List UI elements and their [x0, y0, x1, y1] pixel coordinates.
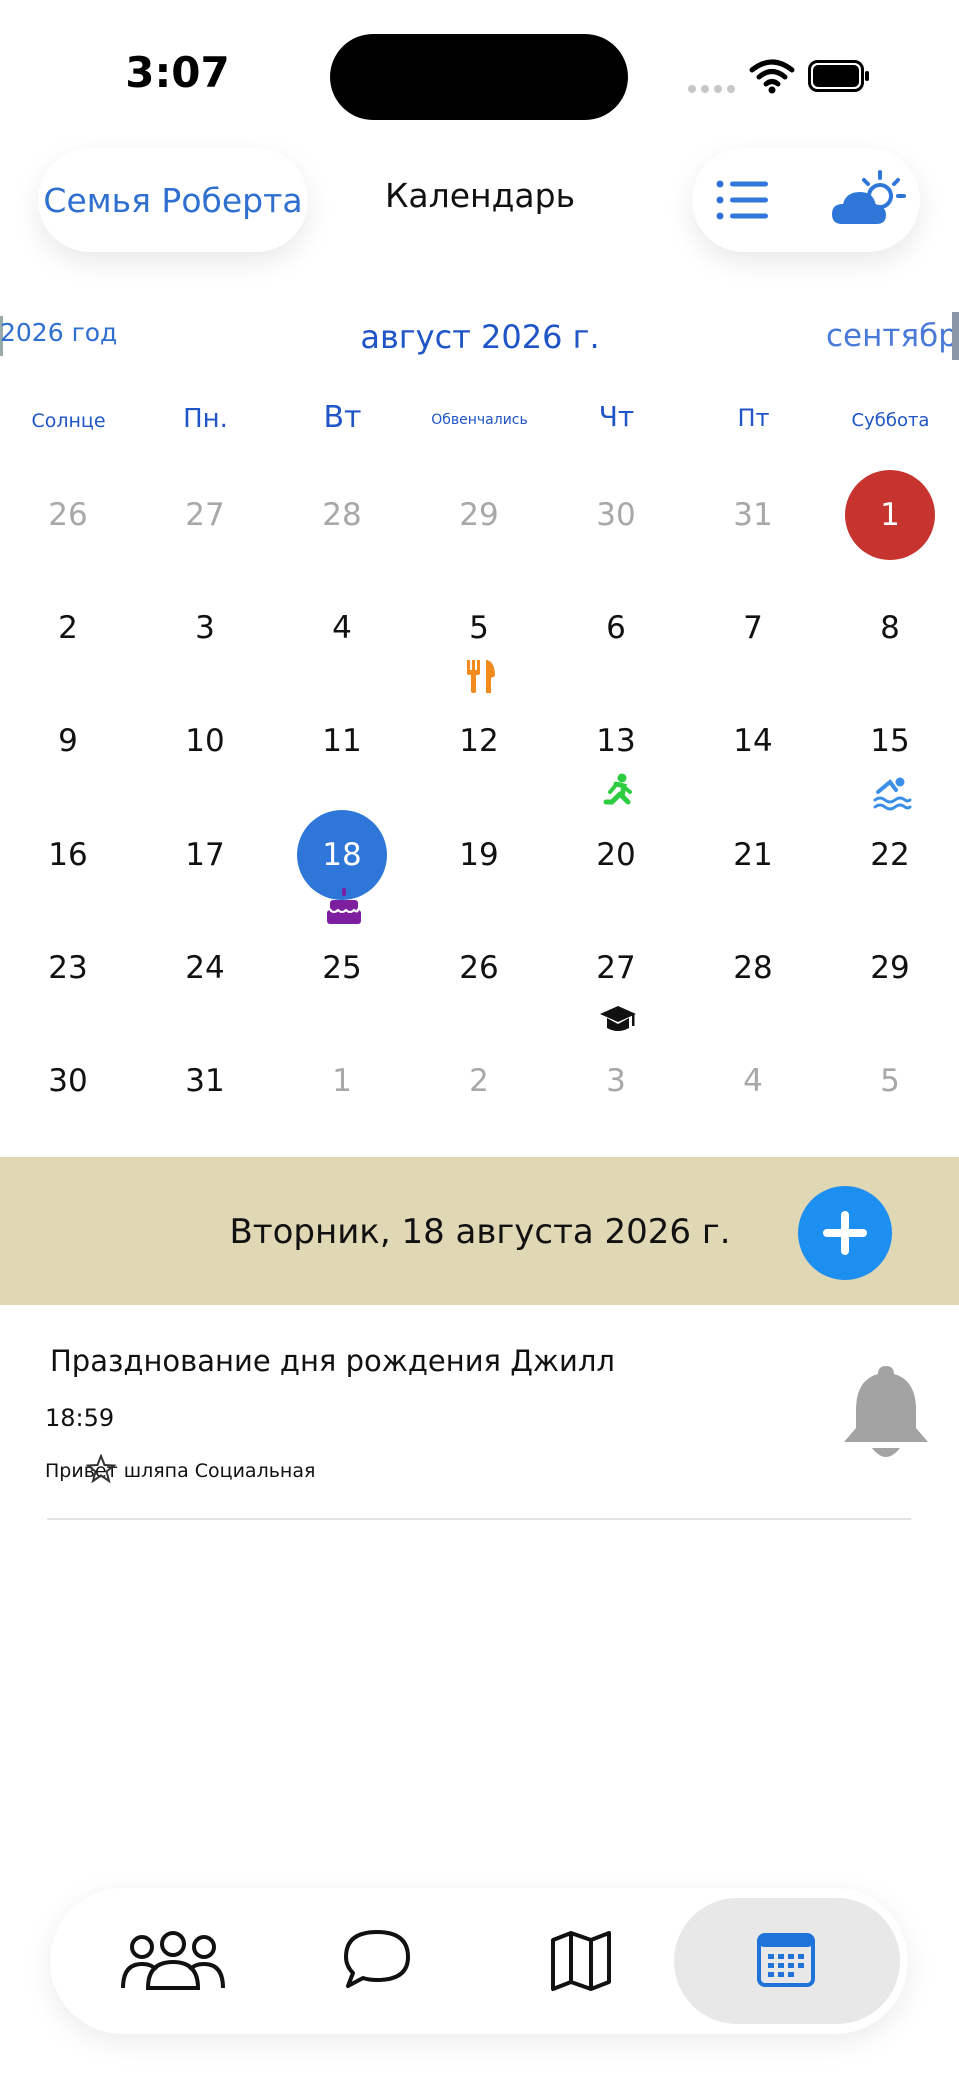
star-icon [86, 1454, 116, 1484]
weekday-thu: Чт [598, 400, 635, 433]
partly-cloudy-icon[interactable] [830, 168, 906, 232]
weekday-mon: Пн. [183, 404, 228, 434]
calendar-day[interactable]: 24 [160, 923, 250, 1013]
next-month-link[interactable]: сентябрь [826, 318, 959, 354]
calendar-day[interactable]: 2 [434, 1036, 524, 1126]
wifi-icon [749, 59, 795, 94]
cellular-signal-icon [688, 82, 736, 96]
calendar-day[interactable]: 1 [845, 470, 935, 560]
bell-icon[interactable] [838, 1362, 934, 1466]
calendar-day[interactable]: 14 [708, 696, 798, 786]
event-divider [47, 1518, 911, 1520]
calendar-day[interactable]: 12 [434, 696, 524, 786]
calendar-day[interactable]: 22 [845, 810, 935, 900]
calendar-day[interactable]: 31 [708, 470, 798, 560]
weekday-header-row: Солнце Пн. Вт Обвенчались Чт Пт Суббота [0, 400, 959, 440]
weekday-sat: Суббота [851, 410, 930, 431]
calendar-day[interactable]: 27 [160, 470, 250, 560]
running-person-icon [603, 773, 632, 805]
current-month-label[interactable]: август 2026 г. [330, 318, 630, 356]
calendar-day[interactable]: 3 [160, 583, 250, 673]
calendar-day[interactable]: 26 [23, 470, 113, 560]
selected-date-label: Вторник, 18 августа 2026 г. [229, 1212, 731, 1252]
dynamic-island [330, 34, 628, 120]
list-icon[interactable] [712, 170, 772, 230]
weekday-sun: Солнце [31, 410, 106, 432]
calendar-day[interactable]: 20 [571, 810, 661, 900]
screen-title: Календарь [384, 176, 576, 215]
calendar-day[interactable]: 10 [160, 696, 250, 786]
event-title[interactable]: Празднование дня рождения Джилл [50, 1344, 615, 1378]
calendar-day[interactable]: 6 [571, 583, 661, 673]
weekday-wed: Обвенчались [431, 412, 528, 428]
calendar-day[interactable]: 16 [23, 810, 113, 900]
calendar-day[interactable]: 3 [571, 1036, 661, 1126]
calendar-day[interactable]: 1 [297, 1036, 387, 1126]
calendar-day[interactable]: 11 [297, 696, 387, 786]
calendar-day[interactable]: 21 [708, 810, 798, 900]
weekday-fri: Пт [737, 404, 770, 432]
calendar-day[interactable]: 30 [571, 470, 661, 560]
calendar-day[interactable]: 31 [160, 1036, 250, 1126]
battery-icon [808, 60, 869, 92]
graduation-cap-icon [600, 1006, 636, 1031]
calendar-day[interactable]: 8 [845, 583, 935, 673]
calendar-day[interactable]: 17 [160, 810, 250, 900]
chat-bubble-icon[interactable] [342, 1928, 412, 1990]
weekday-tue: Вт [323, 400, 362, 435]
plus-icon [823, 1211, 867, 1255]
event-time: 18:59 [45, 1404, 115, 1432]
calendar-day[interactable]: 28 [297, 470, 387, 560]
calendar-day[interactable]: 4 [297, 583, 387, 673]
birthday-cake-icon [327, 888, 361, 924]
swimming-icon [873, 777, 912, 811]
calendar-day[interactable]: 5 [845, 1036, 935, 1126]
calendar-day[interactable]: 9 [23, 696, 113, 786]
calendar-day[interactable]: 4 [708, 1036, 798, 1126]
calendar-day[interactable]: 19 [434, 810, 524, 900]
calendar-day[interactable]: 23 [23, 923, 113, 1013]
fork-knife-icon [467, 660, 495, 693]
calendar-day[interactable]: 29 [845, 923, 935, 1013]
calendar-icon[interactable] [756, 1932, 816, 1988]
add-event-button[interactable] [798, 1186, 892, 1280]
calendar-day[interactable]: 2 [23, 583, 113, 673]
calendar-day[interactable]: 30 [23, 1036, 113, 1126]
status-time: 3:07 [125, 48, 230, 97]
calendar-day[interactable]: 7 [708, 583, 798, 673]
calendar-day[interactable]: 28 [708, 923, 798, 1013]
edge-indicator-right [952, 312, 959, 360]
calendar-day[interactable]: 25 [297, 923, 387, 1013]
family-selector-button[interactable]: Семья Роберта [38, 148, 308, 252]
calendar-day[interactable]: 29 [434, 470, 524, 560]
people-icon[interactable] [120, 1930, 226, 1992]
map-icon[interactable] [550, 1930, 612, 1992]
prev-month-link[interactable]: 2026 год [0, 318, 117, 347]
calendar-day[interactable]: 26 [434, 923, 524, 1013]
